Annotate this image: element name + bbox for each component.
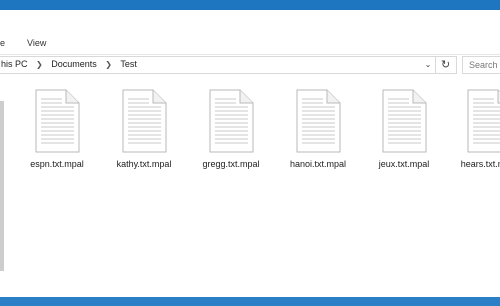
refresh-icon: ↻ bbox=[441, 59, 451, 71]
file-explorer-window: e View his PC ❯ Documents ❯ Test ⌄ ↻ Sea… bbox=[0, 10, 500, 297]
ribbon-tabs: e View bbox=[0, 32, 500, 50]
file-item[interactable]: gregg.txt.mpal bbox=[191, 89, 271, 169]
file-item[interactable]: hears.txt.mpal bbox=[449, 89, 500, 169]
search-placeholder: Search T bbox=[469, 60, 500, 70]
file-item[interactable]: jeux.txt.mpal bbox=[364, 89, 444, 169]
breadcrumb: his PC ❯ Documents ❯ Test bbox=[1, 59, 137, 69]
refresh-button[interactable]: ↻ bbox=[435, 57, 456, 73]
file-name: gregg.txt.mpal bbox=[202, 159, 260, 169]
chevron-down-icon[interactable]: ⌄ bbox=[421, 57, 435, 73]
text-file-icon bbox=[466, 89, 500, 153]
text-file-icon bbox=[34, 89, 80, 153]
navigation-pane bbox=[0, 79, 11, 297]
file-item[interactable]: kathy.txt.mpal bbox=[104, 89, 184, 169]
text-file-icon bbox=[208, 89, 254, 153]
text-file-icon bbox=[381, 89, 427, 153]
file-item[interactable]: espn.txt.mpal bbox=[17, 89, 97, 169]
breadcrumb-separator-icon[interactable]: ❯ bbox=[36, 60, 43, 69]
text-file-icon bbox=[121, 89, 167, 153]
ribbon-divider bbox=[0, 54, 500, 55]
breadcrumb-separator-icon[interactable]: ❯ bbox=[105, 60, 112, 69]
file-name: espn.txt.mpal bbox=[30, 159, 84, 169]
navigation-scrollbar[interactable] bbox=[0, 101, 4, 271]
ribbon-tab-share[interactable]: e bbox=[0, 38, 5, 48]
file-item[interactable]: hanoi.txt.mpal bbox=[278, 89, 358, 169]
desktop-bottom-strip bbox=[0, 297, 500, 306]
ribbon-tab-view[interactable]: View bbox=[27, 38, 46, 48]
file-name: kathy.txt.mpal bbox=[116, 159, 172, 169]
address-bar[interactable]: his PC ❯ Documents ❯ Test ⌄ ↻ bbox=[0, 56, 457, 74]
file-name: jeux.txt.mpal bbox=[378, 159, 430, 169]
search-input[interactable]: Search T bbox=[462, 56, 500, 74]
desktop-top-strip bbox=[0, 0, 500, 10]
file-name: hanoi.txt.mpal bbox=[289, 159, 347, 169]
breadcrumb-documents[interactable]: Documents bbox=[51, 59, 97, 69]
breadcrumb-this-pc[interactable]: his PC bbox=[1, 59, 28, 69]
file-name: hears.txt.mpal bbox=[460, 159, 500, 169]
file-list-area: espn.txt.mpal kathy.txt.mpal gregg.txt.m… bbox=[0, 79, 500, 297]
breadcrumb-test[interactable]: Test bbox=[120, 59, 137, 69]
text-file-icon bbox=[295, 89, 341, 153]
